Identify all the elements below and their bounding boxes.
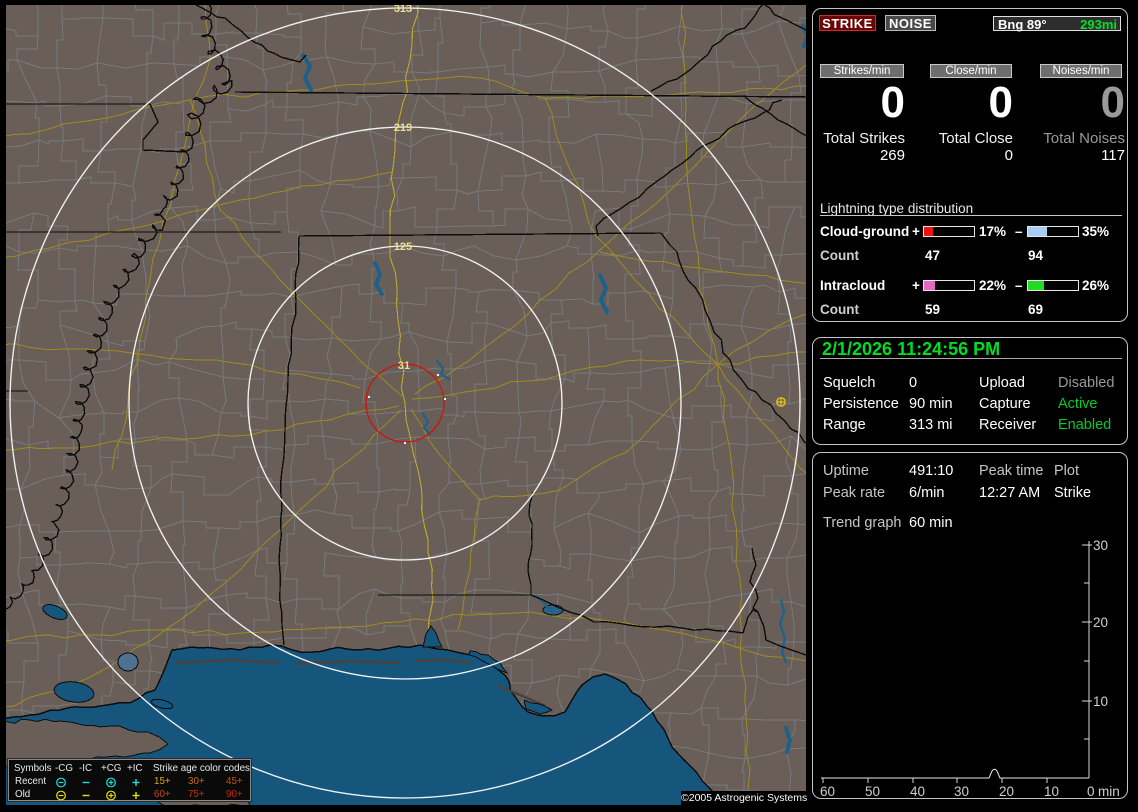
svg-text:20: 20 [1093, 615, 1108, 630]
svg-text:10: 10 [1044, 784, 1059, 799]
svg-text:50: 50 [865, 784, 880, 799]
svg-text:10: 10 [1093, 694, 1108, 709]
svg-text:219: 219 [394, 122, 412, 134]
svg-text:31: 31 [398, 360, 410, 372]
svg-text:30: 30 [954, 784, 969, 799]
svg-text:60: 60 [820, 784, 835, 799]
svg-text:20: 20 [999, 784, 1014, 799]
svg-text:30: 30 [1093, 538, 1108, 553]
svg-text:min: min [1098, 784, 1120, 799]
svg-text:40: 40 [910, 784, 925, 799]
svg-text:125: 125 [394, 241, 412, 253]
svg-text:313: 313 [394, 5, 412, 15]
svg-text:0: 0 [1087, 784, 1095, 799]
